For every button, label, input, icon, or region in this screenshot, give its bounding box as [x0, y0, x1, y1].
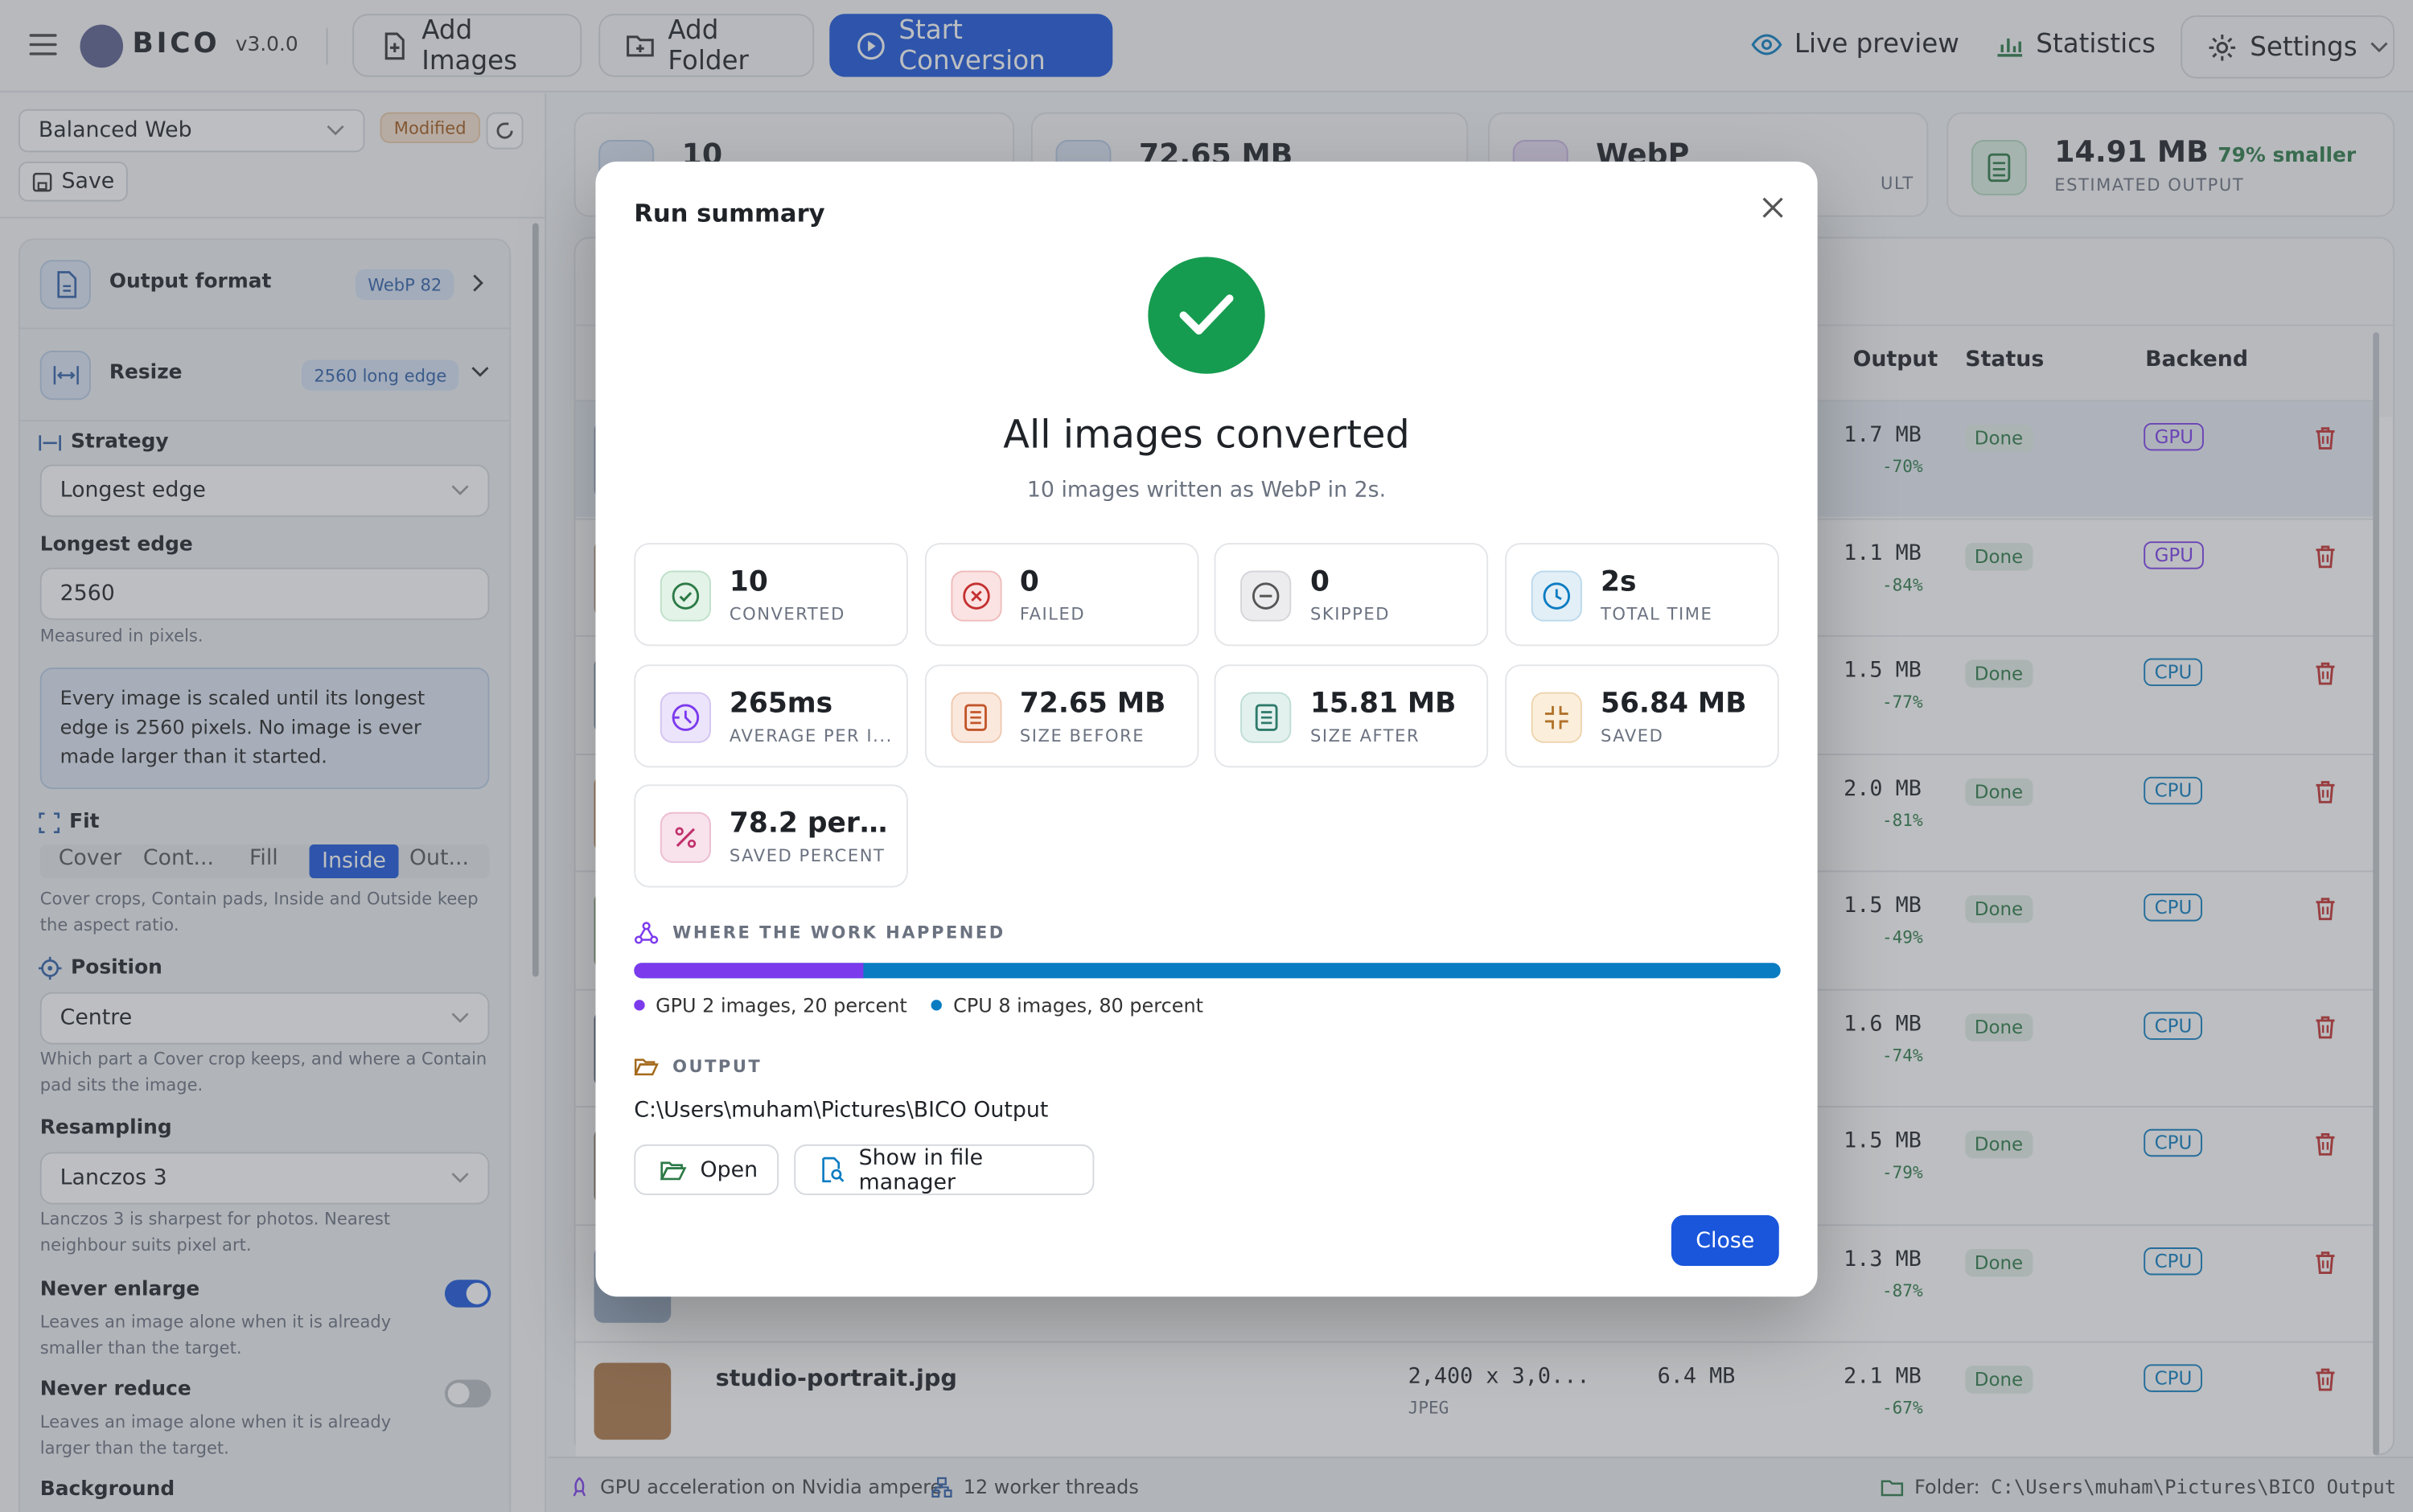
stat-card: 78.2 perc... SAVED PERCENT — [634, 784, 908, 888]
stat-label: CONVERTED — [729, 604, 845, 625]
folder-open-icon — [634, 1057, 659, 1077]
work-section-title: WHERE THE WORK HAPPENED — [672, 922, 1005, 943]
work-legend: GPU 2 images, 20 percent CPU 8 images, 8… — [634, 993, 1203, 1017]
dialog-subheading: 10 images written as WebP in 2s. — [1026, 478, 1387, 503]
gpu-share-fill — [634, 963, 864, 979]
cpu-legend: CPU 8 images, 80 percent — [931, 993, 1203, 1017]
percent-icon — [660, 811, 711, 863]
work-section-title-row: WHERE THE WORK HAPPENED — [634, 922, 1005, 945]
stat-card: 2s TOTAL TIME — [1505, 543, 1779, 647]
dialog-heading: All images converted — [1003, 412, 1410, 458]
clock-icon — [1531, 570, 1583, 622]
shrink-icon — [1531, 691, 1583, 742]
check-circle-icon — [660, 570, 711, 622]
stat-value: 15.81 MB — [1309, 686, 1457, 720]
open-label: Open — [700, 1157, 758, 1182]
stat-card: 72.65 MB SIZE BEFORE — [924, 664, 1198, 767]
x-circle-icon — [950, 570, 1001, 622]
stat-value: 78.2 perc... — [729, 807, 899, 840]
dialog-close-button[interactable]: Close — [1671, 1214, 1779, 1266]
stat-value: 0 — [1019, 565, 1039, 598]
show-in-file-manager-label: Show in file manager — [858, 1144, 984, 1195]
stat-card: 56.84 MB SAVED — [1505, 664, 1779, 767]
file-search-icon — [820, 1157, 845, 1183]
stat-label: SIZE AFTER — [1309, 725, 1420, 746]
folder-open-icon — [660, 1159, 687, 1181]
minus-circle-icon — [1240, 570, 1293, 622]
success-check-icon — [1148, 257, 1265, 374]
stat-value: 56.84 MB — [1601, 686, 1747, 720]
stat-value: 72.65 MB — [1019, 686, 1166, 720]
stat-value: 2s — [1601, 565, 1637, 598]
run-summary-dialog: Run summary All images converted 10 imag… — [595, 161, 1818, 1297]
stat-card: 15.81 MB SIZE AFTER — [1215, 664, 1489, 767]
stat-label: SAVED — [1601, 725, 1664, 746]
open-button[interactable]: Open — [634, 1144, 779, 1196]
stat-card: 0 SKIPPED — [1215, 543, 1489, 647]
stat-label: SAVED PERCENT — [729, 845, 886, 866]
stat-label: SIZE BEFORE — [1019, 725, 1145, 746]
cpu-legend-dot — [931, 1000, 943, 1011]
stat-value: 10 — [729, 565, 768, 598]
cpu-legend-text: CPU 8 images, 80 percent — [953, 993, 1203, 1017]
close-icon[interactable] — [1756, 191, 1790, 224]
gpu-legend: GPU 2 images, 20 percent — [634, 993, 907, 1017]
output-section-title: OUTPUT — [672, 1056, 763, 1077]
stat-card: 265ms AVERAGE PER I... — [634, 664, 908, 767]
stat-card: 0 FAILED — [924, 543, 1198, 647]
show-in-file-manager-button[interactable]: Show in file manager — [794, 1144, 1095, 1196]
stat-value: 0 — [1309, 565, 1330, 598]
gpu-legend-dot — [634, 1000, 645, 1011]
stat-label: FAILED — [1019, 604, 1086, 625]
stat-label: SKIPPED — [1309, 604, 1390, 625]
stat-grid: 10 CONVERTED 0 FAILED 0 SKIPPED 2s TOTAL TIME 26… — [634, 543, 1780, 889]
output-path: C:\Users\muham\Pictures\BICO Output — [634, 1098, 1049, 1124]
work-split-bar — [634, 963, 1781, 979]
gpu-legend-text: GPU 2 images, 20 percent — [656, 993, 907, 1017]
file-icon — [950, 691, 1001, 742]
stat-value: 265ms — [729, 686, 833, 720]
nodes-icon — [634, 922, 659, 945]
output-section-title-row: OUTPUT — [634, 1057, 762, 1077]
stat-card: 10 CONVERTED — [634, 543, 908, 647]
dialog-close-label: Close — [1696, 1228, 1755, 1253]
timer-icon — [660, 691, 711, 742]
dialog-title: Run summary — [634, 198, 825, 228]
stat-label: TOTAL TIME — [1601, 604, 1713, 625]
file-icon — [1240, 691, 1293, 742]
stat-label: AVERAGE PER I... — [729, 725, 893, 746]
